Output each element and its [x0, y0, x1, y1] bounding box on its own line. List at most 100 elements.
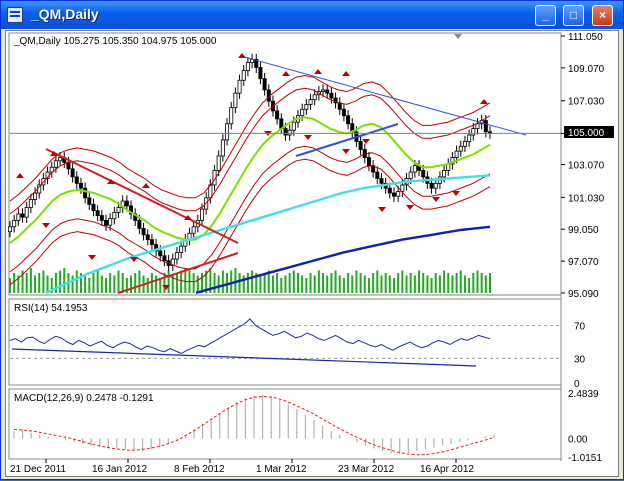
price-tick-label: 97.070 — [568, 257, 599, 268]
bull-candle — [462, 141, 467, 147]
bear-candle — [99, 215, 104, 221]
bull-candle — [467, 134, 472, 142]
bear-candle — [346, 115, 351, 125]
bull-candle — [179, 245, 184, 253]
bear-candle — [158, 250, 163, 257]
bear-candle — [358, 141, 363, 150]
title-bar[interactable]: _QM,Daily _ □ × — [1, 1, 623, 29]
bear-candle — [379, 178, 384, 184]
bear-candle — [329, 92, 334, 99]
bear-candle — [283, 128, 288, 136]
bull-candle — [12, 219, 17, 228]
bull-candle — [454, 150, 459, 158]
price-tick-label: 103.070 — [568, 161, 605, 172]
bull-candle — [458, 145, 463, 152]
bear-candle — [20, 213, 25, 218]
bear-candle — [141, 228, 146, 236]
bear-candle — [149, 239, 154, 245]
bear-candle — [341, 108, 346, 117]
minimize-icon: _ — [542, 8, 549, 22]
bull-candle — [237, 79, 242, 94]
bull-candle — [245, 62, 250, 72]
maximize-button[interactable]: □ — [563, 5, 584, 26]
bull-candle — [229, 107, 234, 125]
bull-candle — [58, 157, 63, 162]
bull-candle — [475, 123, 480, 129]
bear-candle — [483, 120, 488, 133]
date-tick-label: 16 Apr 2012 — [420, 464, 474, 475]
bull-candle — [233, 92, 238, 109]
rsi-tick-label: 70 — [574, 322, 586, 333]
chart-area[interactable]: 111.050 109.070 107.030 103.070 101.030 99.05… — [5, 30, 619, 477]
price-tick-label: 111.050 — [568, 32, 603, 43]
bull-candle — [321, 89, 326, 92]
bull-candle — [28, 199, 33, 208]
price-tick-label: 99.050 — [568, 225, 599, 236]
bull-candle — [216, 155, 221, 171]
bear-candle — [83, 187, 88, 199]
bear-candle — [78, 182, 83, 189]
bull-candle — [199, 208, 204, 221]
date-tick-label: 8 Feb 2012 — [174, 464, 225, 475]
bear-candle — [325, 89, 330, 94]
bull-candle — [116, 207, 121, 213]
bull-candle — [408, 171, 413, 179]
bull-candle — [16, 213, 21, 221]
bull-candle — [241, 70, 246, 81]
bear-candle — [74, 176, 79, 184]
bull-candle — [53, 160, 58, 168]
bear-candle — [337, 102, 342, 110]
bear-candle — [91, 203, 96, 212]
bull-candle — [108, 218, 113, 226]
price-tick-label: 95.090 — [568, 289, 599, 300]
minimize-button[interactable]: _ — [535, 5, 556, 26]
bear-candle — [375, 171, 380, 179]
bear-candle — [87, 197, 92, 205]
bull-candle — [33, 192, 38, 200]
price-tick-label: 107.030 — [568, 97, 605, 108]
bull-candle — [287, 129, 292, 136]
bear-candle — [262, 78, 267, 91]
date-tick-label: 16 Jan 2012 — [92, 464, 147, 475]
bull-candle — [471, 128, 476, 136]
bull-candle — [312, 94, 317, 101]
bear-candle — [387, 187, 392, 194]
date-tick-label: 1 Mar 2012 — [256, 464, 307, 475]
rsi-tick-label: 30 — [574, 354, 586, 365]
bear-candle — [104, 219, 109, 226]
bull-candle — [300, 108, 305, 117]
bull-candle — [396, 190, 401, 197]
chart-canvas[interactable]: 111.050 109.070 107.030 103.070 101.030 99.05… — [6, 31, 618, 476]
bear-candle — [137, 219, 142, 229]
bull-candle — [8, 226, 13, 233]
bear-candle — [429, 182, 434, 189]
bull-candle — [191, 226, 196, 234]
bear-candle — [124, 200, 129, 207]
bear-candle — [95, 210, 100, 216]
close-icon: × — [598, 8, 606, 22]
rsi-panel[interactable] — [8, 298, 562, 386]
price-header: _QM,Daily 105.275 105.350 104.975 105.00… — [13, 36, 217, 47]
chart-window-icon — [7, 7, 23, 23]
bull-candle — [220, 139, 225, 157]
bear-candle — [258, 67, 263, 80]
bull-candle — [304, 104, 309, 110]
bull-candle — [225, 123, 230, 141]
bull-candle — [291, 121, 296, 131]
close-button[interactable]: × — [592, 5, 613, 26]
bear-candle — [145, 234, 150, 241]
date-tick-label: 21 Dec 2011 — [10, 464, 66, 475]
date-tick-label: 23 Mar 2012 — [338, 464, 395, 475]
macd-tick-label: 0.00 — [568, 434, 588, 445]
macd-tick-label: -1.0151 — [568, 453, 602, 464]
current-price-label: 105.000 — [568, 128, 605, 139]
bull-candle — [308, 99, 313, 105]
bull-candle — [433, 182, 438, 189]
bear-candle — [70, 168, 75, 178]
bull-candle — [174, 252, 179, 260]
window-title: _QM,Daily — [31, 6, 99, 22]
bear-candle — [391, 192, 396, 197]
price-tick-label: 101.030 — [568, 193, 605, 204]
maximize-icon: □ — [569, 8, 578, 22]
bear-candle — [366, 157, 371, 167]
